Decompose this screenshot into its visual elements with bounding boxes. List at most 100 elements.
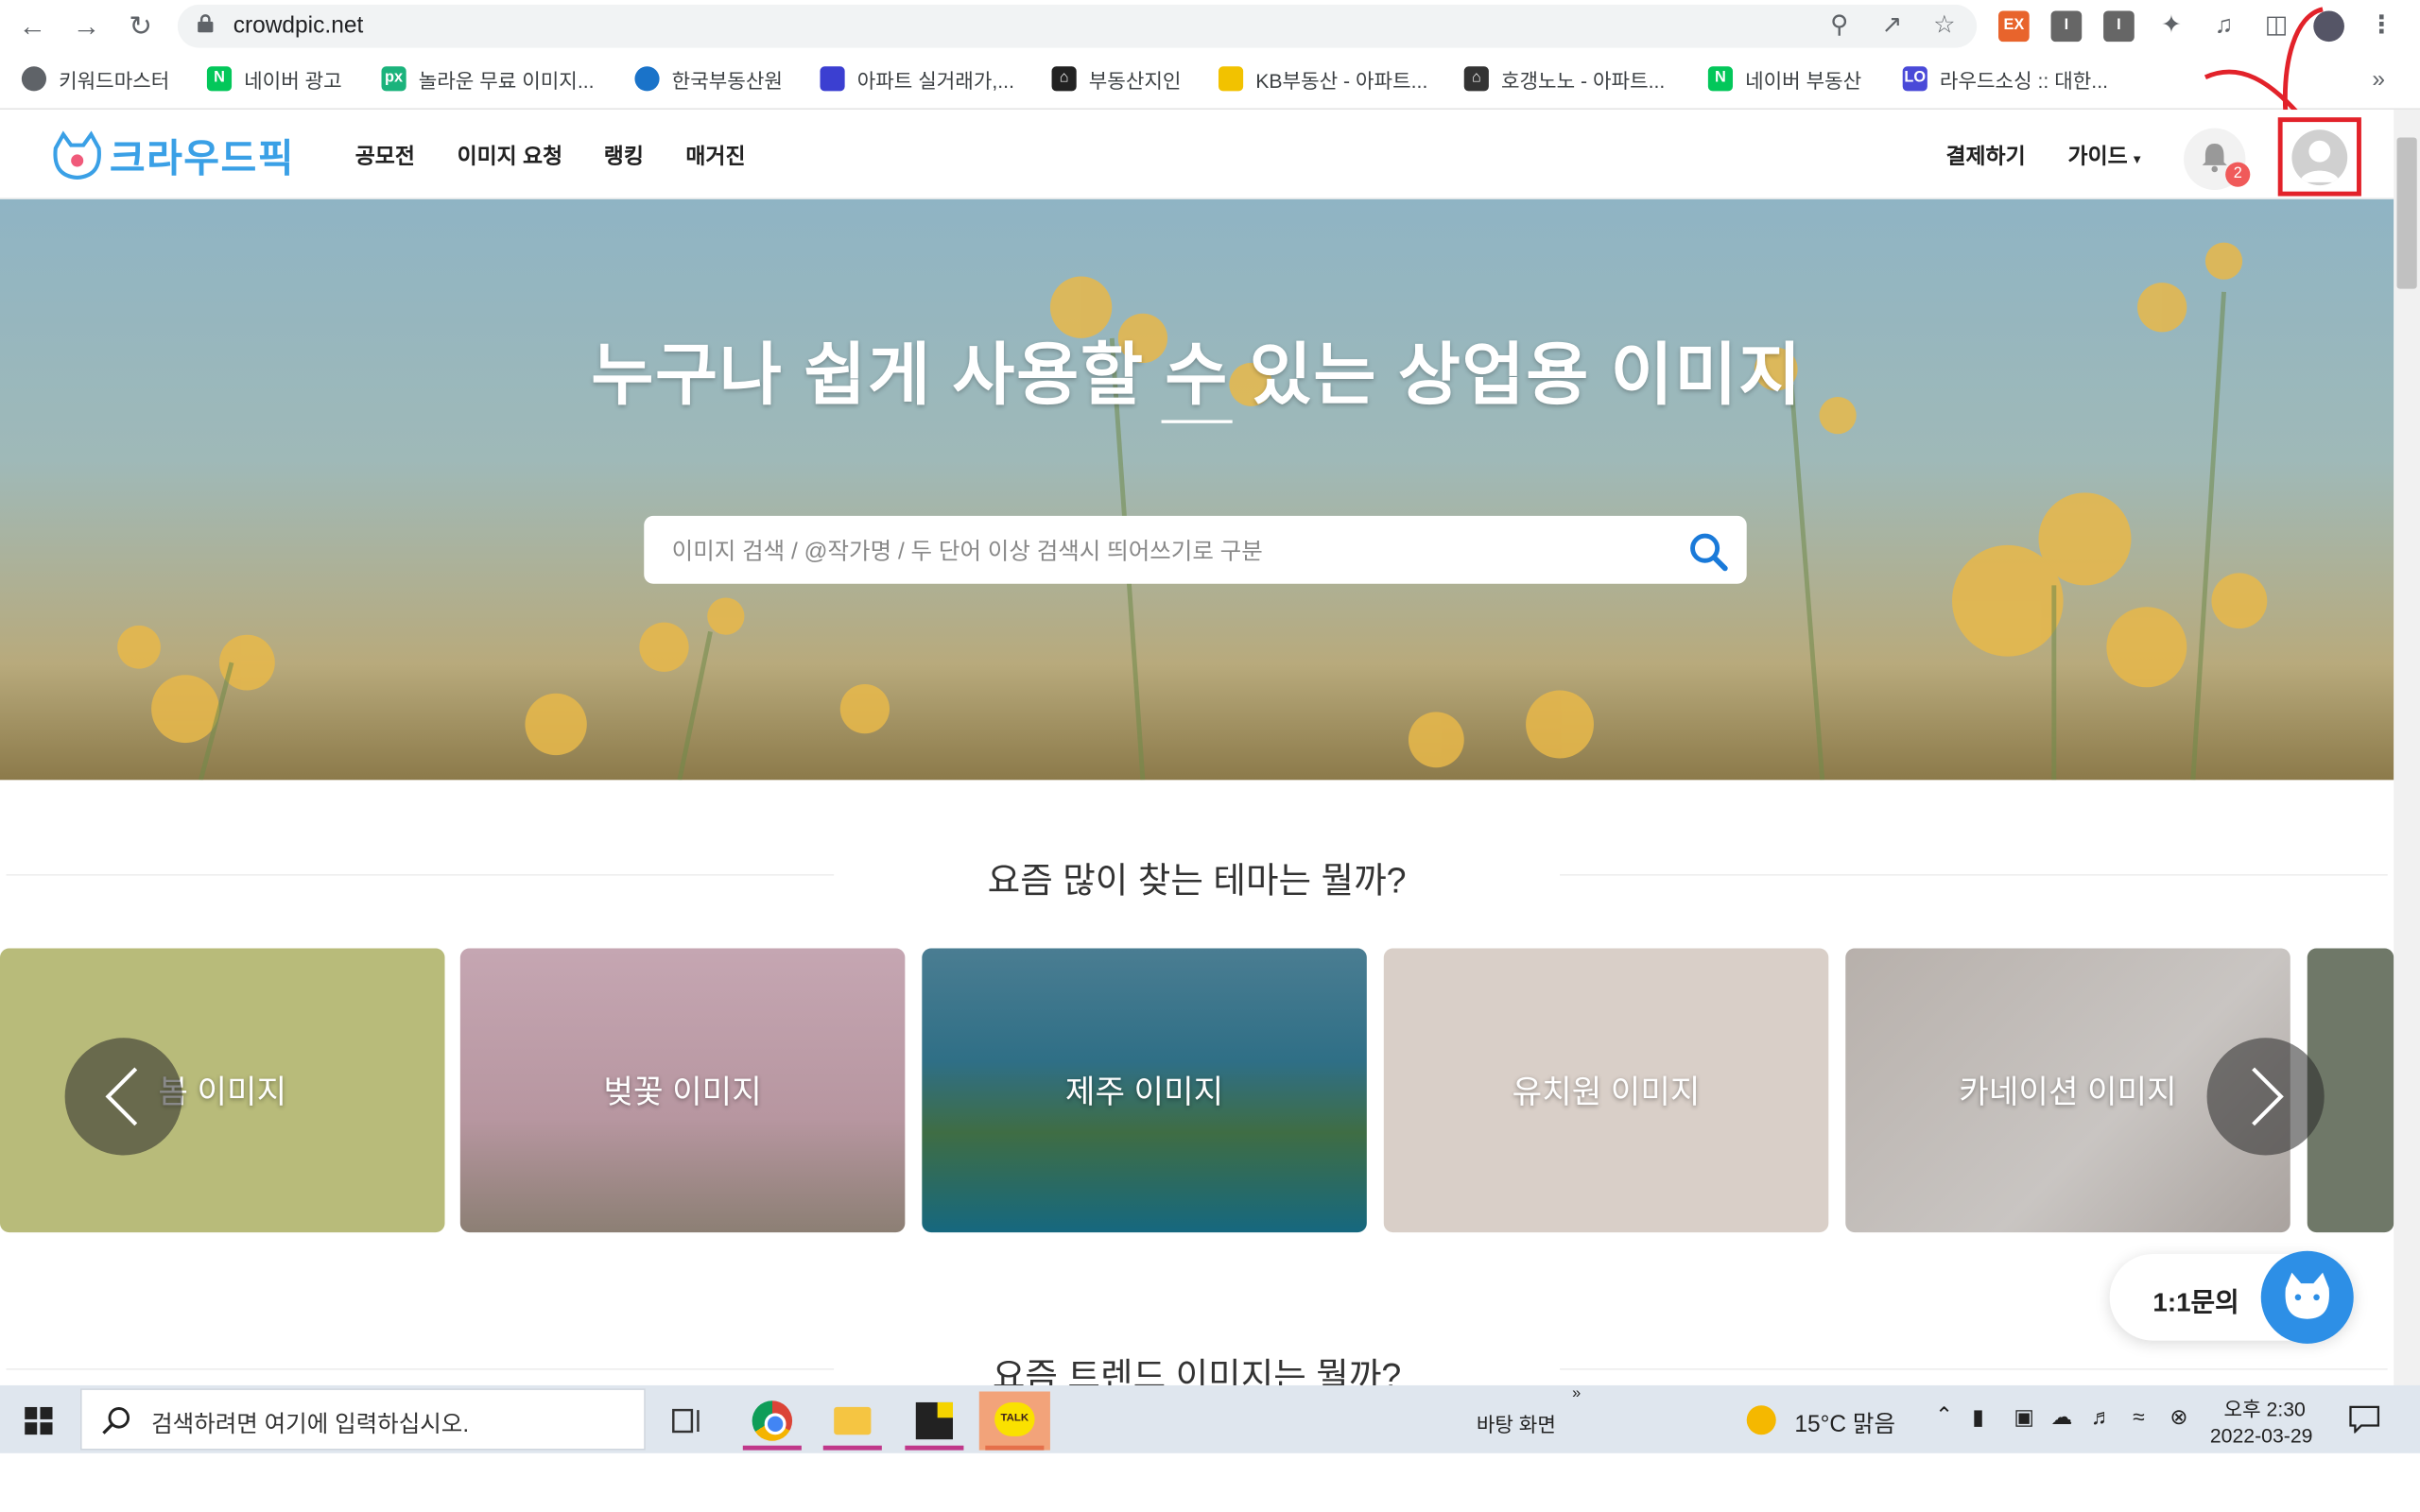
forward-arrow-icon[interactable]: → [70, 9, 104, 43]
blank-area [0, 1452, 2420, 1512]
taskbar-search-text: 검색하려면 여기에 입력하십시오. [151, 1411, 470, 1438]
address-bar[interactable]: crowdpic.net ⚲ ↗ ☆ [177, 4, 1978, 48]
house-icon: ⌂ [1051, 66, 1077, 92]
naver-icon: N [1707, 66, 1734, 92]
naver-icon: N [206, 66, 233, 92]
back-arrow-icon[interactable]: ← [15, 9, 49, 43]
bookmark-item[interactable]: 한국부동산원 [634, 63, 783, 94]
reb-icon [634, 66, 660, 92]
share-icon[interactable]: ↗ [1876, 10, 1908, 42]
more-bookmarks-button[interactable]: » [2372, 63, 2385, 94]
themes-heading: 요즘 많이 찾는 테마는 뭘까? [987, 860, 1407, 901]
globe-icon [21, 66, 47, 92]
volume-icon[interactable]: ♬ [2091, 1404, 2113, 1429]
red-annotation-arrow [2204, 7, 2324, 123]
screen: ← → ↻ crowdpic.net ⚲ ↗ ☆ EX I I ✦ ♫ ◫ ⋮ … [0, 0, 2420, 1512]
bookmark-item[interactable]: ⌂ 부동산지인 [1051, 63, 1181, 94]
clock-date[interactable]: 2022-03-29 [2210, 1424, 2313, 1448]
carousel-prev-button[interactable] [64, 1038, 182, 1156]
reload-icon[interactable]: ↻ [124, 9, 158, 43]
chevron-left-icon [105, 1067, 138, 1126]
bookmark-item[interactable]: N 네이버 부동산 [1707, 63, 1861, 94]
extension-i-icon[interactable]: I [2050, 10, 2083, 43]
kb-icon [1218, 66, 1244, 92]
bell-icon [2202, 143, 2227, 173]
wifi-icon[interactable]: ≈ [2133, 1404, 2145, 1429]
annotation-highlight-box [2277, 117, 2361, 197]
hero-title: 누구나 쉽게 사용할 수 있는 상업용 이미지 [591, 337, 1803, 414]
cat-face-icon [2285, 1272, 2329, 1319]
onedrive-icon[interactable]: ☁ [2051, 1404, 2073, 1431]
theme-card-label: 제주 이미지 [1064, 1074, 1224, 1111]
logo[interactable]: 크라우드픽 [51, 129, 295, 184]
theme-card-label: 유치원 이미지 [1512, 1074, 1701, 1111]
theme-card[interactable]: 제주 이미지 [922, 948, 1367, 1233]
nav-ranking[interactable]: 랭킹 [604, 141, 644, 172]
kakaotalk-icon[interactable]: TALK [978, 1391, 1050, 1451]
bookmarks-bar: 키워드마스터 N 네이버 광고 px 놀라운 무료 이미지... 한국부동산원 아파… [0, 56, 2420, 102]
bookmark-item[interactable]: 아파트 실거래가,... [820, 63, 1014, 94]
carousel-next-button[interactable] [2206, 1038, 2325, 1156]
windows-taskbar: 검색하려면 여기에 입력하십시오. TALK 바탕 화면 » 15°C 맑음 ⌃… [0, 1384, 2420, 1453]
bookmark-item[interactable]: N 네이버 광고 [206, 63, 342, 94]
caret-down-icon: ▼ [2127, 152, 2144, 167]
clock-time[interactable]: 오후 2:30 [2224, 1393, 2306, 1422]
theme-card-label: 벚꽃 이미지 [603, 1074, 762, 1111]
inquiry-label: 1:1문의 [2152, 1288, 2239, 1318]
chat-cat-button[interactable] [2260, 1250, 2354, 1344]
extension-i2-icon[interactable]: I [2103, 10, 2135, 43]
desktop-toolbar-chevron-icon[interactable]: » [1572, 1385, 1581, 1402]
tray-chevron-icon[interactable]: ⌃ [1935, 1402, 1953, 1429]
chrome-taskbar-icon[interactable] [736, 1392, 807, 1451]
notification-center-icon[interactable] [2349, 1405, 2380, 1434]
theme-card[interactable]: 벚꽃 이미지 [459, 948, 906, 1233]
px-icon: px [381, 66, 406, 92]
search-box[interactable] [644, 515, 1747, 588]
guide-dropdown[interactable]: 가이드 ▼ [2068, 141, 2144, 172]
bookmark-star-icon[interactable]: ☆ [1928, 10, 1960, 42]
taskbar-search-icon [102, 1407, 130, 1435]
cat-logo-icon [53, 130, 101, 180]
browser-toolbar: ← → ↻ crowdpic.net ⚲ ↗ ☆ EX I I ✦ ♫ ◫ ⋮ … [0, 0, 2420, 111]
bookmark-item[interactable]: LO 라우드소싱 :: 대한... [1902, 63, 2108, 94]
bookmark-item[interactable]: ⌂ 호갱노노 - 아파트... [1463, 63, 1665, 94]
theme-card[interactable]: 유치원 이미지 [1383, 948, 1829, 1233]
search-icon[interactable] [1688, 531, 1728, 572]
nav-image-request[interactable]: 이미지 요청 [458, 141, 563, 172]
notification-badge: 2 [2225, 162, 2251, 187]
url-text[interactable]: crowdpic.net [233, 12, 364, 39]
payment-link[interactable]: 결제하기 [1945, 141, 2025, 172]
page-scrollbar[interactable] [2394, 110, 2420, 1385]
site-header: 크라우드픽 공모전 이미지 요청 랭킹 매거진 결제하기 가이드 ▼ 2 [0, 110, 2394, 199]
apt-icon [820, 66, 845, 92]
task-view-icon[interactable] [651, 1392, 722, 1451]
battery-icon[interactable]: ▮ [1972, 1404, 1984, 1431]
bookmark-item[interactable]: 키워드마스터 [21, 63, 169, 94]
bookmark-item[interactable]: px 놀라운 무료 이미지... [381, 63, 595, 94]
nav-magazine[interactable]: 매거진 [685, 141, 745, 172]
taskbar-search-box[interactable]: 검색하려면 여기에 입력하십시오. [79, 1388, 646, 1451]
chevron-right-icon [2252, 1067, 2284, 1126]
hero-divider [1161, 420, 1233, 423]
loud-icon: LO [1902, 66, 1927, 92]
ex-extension-icon[interactable]: EX [1998, 10, 2030, 43]
scrollbar-thumb[interactable] [2396, 137, 2417, 289]
network-status-icon[interactable]: ⊗ [2169, 1404, 2187, 1431]
bookmark-item[interactable]: KB부동산 - 아파트... [1218, 63, 1427, 94]
sticky-app-icon[interactable] [899, 1392, 970, 1451]
meet-now-icon[interactable]: ▣ [2014, 1404, 2034, 1431]
file-explorer-icon[interactable] [817, 1392, 888, 1451]
hero-banner: 누구나 쉽게 사용할 수 있는 상업용 이미지 [0, 198, 2394, 781]
search-input[interactable] [668, 515, 1664, 588]
sun-weather-icon[interactable] [1746, 1405, 1776, 1435]
nav-contest[interactable]: 공모전 [355, 141, 415, 172]
logo-text: 크라우드픽 [109, 137, 296, 181]
puzzle-extensions-icon[interactable]: ✦ [2156, 10, 2187, 42]
desktop-toolbar-label[interactable]: 바탕 화면 [1477, 1408, 1556, 1437]
hogang-icon: ⌂ [1463, 66, 1489, 92]
weather-text[interactable]: 15°C 맑음 [1794, 1407, 1895, 1439]
lock-icon [198, 14, 214, 33]
zoom-icon[interactable]: ⚲ [1824, 10, 1855, 42]
windows-start-icon[interactable] [25, 1406, 53, 1435]
menu-dots-icon[interactable]: ⋮ [2366, 10, 2397, 42]
